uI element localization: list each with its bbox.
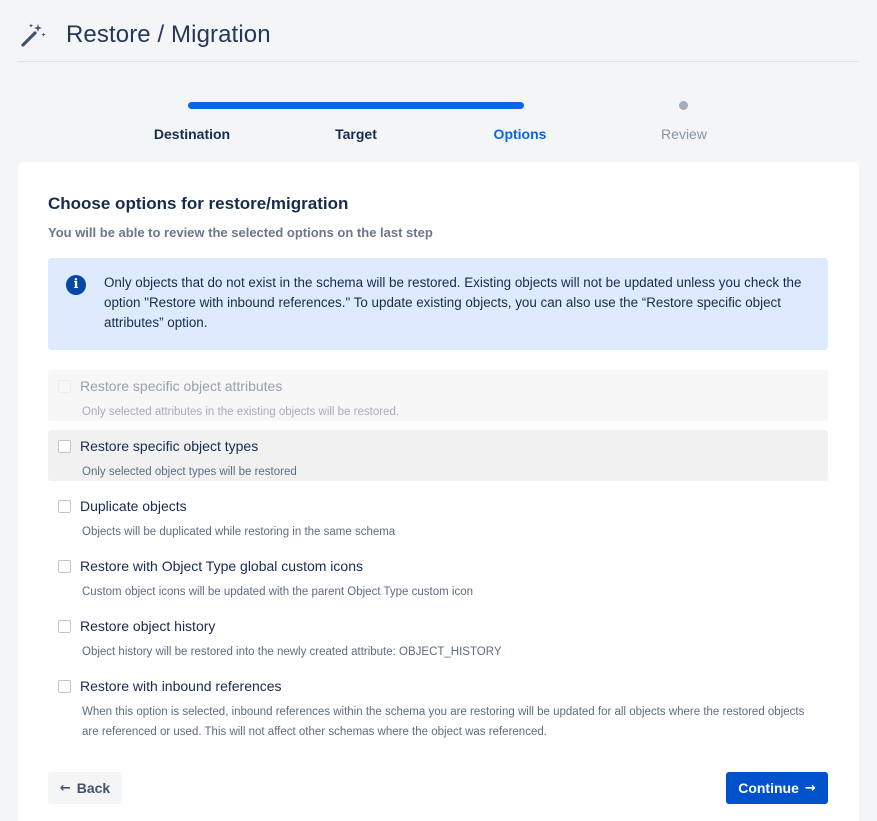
options-card: Choose options for restore/migration You…: [18, 162, 859, 821]
option-label[interactable]: Restore with inbound references: [80, 678, 282, 694]
option-label[interactable]: Duplicate objects: [80, 498, 187, 514]
option-label[interactable]: Restore object history: [80, 618, 215, 634]
option-inbound-references[interactable]: Restore with inbound references When thi…: [48, 670, 828, 742]
info-text: Only objects that do not exist in the sc…: [104, 275, 802, 330]
checkbox[interactable]: [58, 560, 71, 573]
option-restore-specific-attributes: Restore specific object attributes Only …: [48, 370, 828, 421]
back-label: Back: [76, 780, 111, 796]
option-description: Only selected object types will be resto…: [82, 466, 297, 478]
card-subtitle: You will be able to review the selected …: [48, 225, 433, 240]
option-label[interactable]: Restore with Object Type global custom i…: [80, 558, 363, 574]
magic-wand-icon: [21, 23, 46, 47]
step-review: Review: [661, 126, 707, 142]
option-global-custom-icons[interactable]: Restore with Object Type global custom i…: [48, 550, 828, 601]
info-icon: i: [66, 275, 86, 295]
progress-stepper: Destination Target Options Review: [0, 95, 877, 155]
option-description: Only selected attributes in the existing…: [82, 406, 400, 418]
checkbox: [58, 380, 71, 393]
step-target[interactable]: Target: [335, 126, 377, 142]
continue-button[interactable]: Continue →: [726, 772, 828, 804]
option-description: When this option is selected, inbound re…: [82, 706, 805, 738]
back-button[interactable]: ← Back: [48, 772, 122, 804]
option-description: Objects will be duplicated while restori…: [82, 526, 396, 538]
option-description: Custom object icons will be updated with…: [82, 586, 473, 598]
checkbox[interactable]: [58, 500, 71, 513]
arrow-left-icon: ←: [59, 780, 71, 796]
arrow-right-icon: →: [804, 780, 816, 796]
info-banner: i Only objects that do not exist in the …: [48, 258, 828, 350]
step-destination[interactable]: Destination: [154, 126, 230, 142]
progress-bar: [188, 102, 524, 109]
card-title: Choose options for restore/migration: [48, 194, 349, 213]
option-label[interactable]: Restore specific object types: [80, 438, 258, 454]
page-title: Restore / Migration: [66, 20, 271, 48]
option-duplicate-objects[interactable]: Duplicate objects Objects will be duplic…: [48, 490, 828, 541]
option-restore-specific-types[interactable]: Restore specific object types Only selec…: [48, 430, 828, 481]
option-description: Object history will be restored into the…: [82, 646, 502, 658]
checkbox[interactable]: [58, 620, 71, 633]
checkbox[interactable]: [58, 440, 71, 453]
continue-label: Continue: [738, 780, 799, 796]
page-header: Restore / Migration: [18, 0, 859, 62]
option-label: Restore specific object attributes: [80, 378, 283, 394]
checkbox[interactable]: [58, 680, 71, 693]
pending-step-dot: [679, 101, 688, 110]
step-options[interactable]: Options: [494, 126, 547, 142]
option-restore-history[interactable]: Restore object history Object history wi…: [48, 610, 828, 661]
